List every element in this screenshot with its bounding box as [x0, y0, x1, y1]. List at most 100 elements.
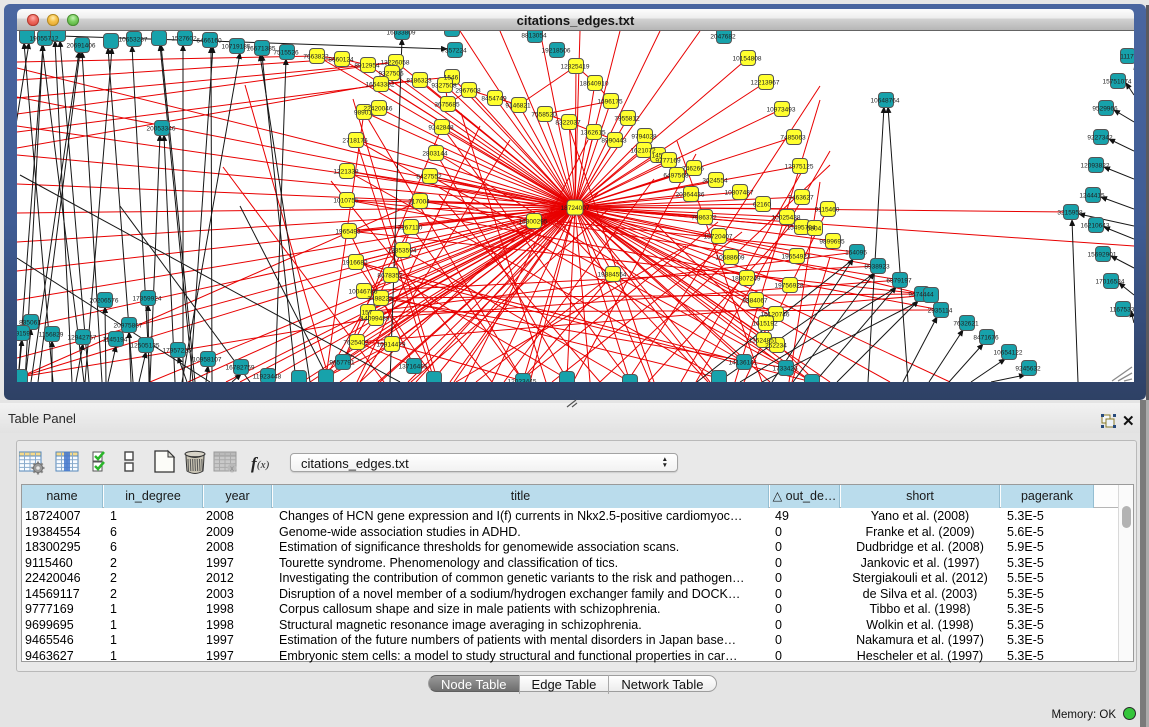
- svg-text:8990443: 8990443: [601, 138, 627, 145]
- svg-text:12023445: 12023445: [508, 379, 537, 383]
- svg-text:10958107: 10958107: [193, 357, 222, 364]
- svg-text:252234: 252234: [765, 343, 787, 350]
- svg-text:9474444: 9474444: [908, 292, 934, 299]
- svg-text:10154808: 10154808: [733, 56, 762, 63]
- svg-text:1733426: 1733426: [772, 366, 798, 373]
- svg-text:9529966: 9529966: [1092, 106, 1118, 113]
- svg-text:9146821: 9146821: [505, 103, 531, 110]
- svg-text:20975867: 20975867: [114, 323, 143, 330]
- svg-text:1527602: 1527602: [171, 36, 197, 43]
- svg-text:18300295: 18300295: [519, 219, 548, 226]
- svg-text:12505135: 12505135: [131, 343, 160, 350]
- svg-text:835061: 835061: [19, 320, 41, 327]
- svg-text:16033809: 16033809: [387, 31, 416, 37]
- svg-text:x: x: [230, 464, 234, 473]
- svg-text:2718176: 2718176: [342, 138, 368, 145]
- svg-text:8678352: 8678352: [377, 273, 403, 280]
- svg-text:16782759: 16782759: [226, 365, 255, 372]
- svg-text:9777169: 9777169: [655, 158, 681, 165]
- svg-text:1167533: 1167533: [1110, 307, 1134, 314]
- svg-text:12093822: 12093822: [1081, 163, 1110, 170]
- svg-text:7986372: 7986372: [691, 215, 717, 222]
- svg-text:39159: 39159: [17, 331, 30, 338]
- svg-text:12325419: 12325419: [561, 64, 590, 71]
- svg-text:98901: 98901: [354, 110, 372, 117]
- svg-text:18807249: 18807249: [732, 276, 761, 283]
- svg-text:3675685: 3675685: [434, 102, 460, 109]
- svg-text:10653287: 10653287: [119, 37, 148, 44]
- svg-text:6497568: 6497568: [663, 173, 689, 180]
- svg-text:1916682: 1916682: [342, 260, 368, 267]
- svg-text:12975125: 12975125: [785, 164, 814, 171]
- svg-text:7558520: 7558520: [531, 112, 557, 119]
- svg-text:1145194: 1145194: [103, 337, 128, 344]
- svg-text:2935114: 2935114: [928, 308, 953, 315]
- svg-text:9242848: 9242848: [428, 125, 454, 132]
- svg-text:1221338: 1221338: [333, 169, 359, 176]
- svg-text:2047682: 2047682: [710, 34, 736, 41]
- svg-text:6879197: 6879197: [886, 278, 912, 285]
- svg-text:20691406: 20691406: [67, 43, 96, 50]
- svg-text:8322037: 8322037: [555, 120, 581, 127]
- svg-text:1696175: 1696175: [597, 99, 623, 106]
- svg-text:10688609: 10688609: [716, 255, 745, 262]
- svg-text:6466160: 6466160: [196, 38, 222, 45]
- svg-text:10973493: 10973493: [767, 107, 796, 114]
- svg-text:3624554: 3624554: [702, 178, 728, 185]
- svg-text:9245632: 9245632: [1015, 366, 1041, 373]
- svg-text:10046786: 10046786: [349, 289, 378, 296]
- svg-text:8427552: 8427552: [416, 174, 442, 181]
- svg-text:19384554: 19384554: [598, 272, 627, 279]
- svg-text:15751074: 15751074: [1103, 79, 1132, 86]
- svg-text:3215958: 3215958: [1057, 210, 1083, 217]
- svg-text:15692901: 15692901: [1088, 252, 1117, 259]
- svg-text:2967608: 2967608: [455, 88, 481, 95]
- svg-text:1244415: 1244415: [1079, 193, 1105, 200]
- svg-text:1156829: 1156829: [39, 332, 64, 339]
- svg-text:13716485: 13716485: [399, 364, 428, 371]
- svg-text:1117: 1117: [1120, 54, 1134, 61]
- svg-text:1010755: 1010755: [333, 198, 359, 205]
- svg-text:7663822: 7663822: [303, 54, 329, 61]
- svg-text:8471676: 8471676: [973, 335, 999, 342]
- svg-text:19756928: 19756928: [775, 283, 804, 290]
- svg-text:13226058: 13226058: [381, 60, 410, 67]
- svg-text:217004: 217004: [408, 199, 430, 206]
- svg-text:746266: 746266: [682, 166, 704, 173]
- svg-text:16120746: 16120746: [761, 312, 790, 319]
- svg-text:17957225: 17957225: [163, 348, 192, 355]
- svg-text:10807487: 10807487: [725, 190, 754, 197]
- svg-text:(x): (x): [257, 459, 270, 471]
- svg-text:12942757: 12942757: [68, 335, 97, 342]
- svg-text:1965493: 1965493: [335, 229, 361, 236]
- svg-text:7632621: 7632621: [953, 321, 979, 328]
- svg-text:16210643: 16210643: [1081, 223, 1110, 230]
- svg-text:9884067: 9884067: [742, 298, 768, 305]
- svg-text:9227342: 9227342: [1087, 135, 1113, 142]
- svg-text:17359924: 17359924: [133, 296, 162, 303]
- svg-text:17016534: 17016534: [1096, 279, 1125, 286]
- svg-text:16914479: 16914479: [377, 342, 406, 349]
- svg-text:9327508: 9327508: [431, 83, 457, 90]
- svg-text:9463627: 9463627: [788, 195, 814, 202]
- svg-text:10025438: 10025438: [772, 215, 801, 222]
- svg-text:9657791: 9657791: [329, 360, 355, 367]
- svg-text:5804: 5804: [807, 226, 822, 233]
- svg-text:20364436: 20364436: [676, 192, 705, 199]
- svg-text:19218506: 19218506: [542, 48, 571, 55]
- svg-text:7485063: 7485063: [780, 135, 806, 142]
- svg-text:9115460: 9115460: [815, 207, 840, 214]
- svg-text:8813054: 8813054: [521, 33, 547, 40]
- svg-text:15720407: 15720407: [704, 234, 733, 241]
- svg-text:20053346: 20053346: [147, 126, 176, 133]
- svg-text:19654923: 19654923: [782, 254, 811, 261]
- svg-text:1546: 1546: [444, 75, 459, 82]
- svg-text:8660124: 8660124: [328, 57, 354, 64]
- svg-text:8938923: 8938923: [864, 264, 890, 271]
- svg-text:3267110: 3267110: [398, 225, 423, 232]
- svg-text:2803144: 2803144: [422, 151, 448, 158]
- svg-text:9899695: 9899695: [819, 239, 845, 246]
- svg-text:9794028: 9794028: [631, 134, 657, 141]
- svg-text:12213967: 12213967: [751, 80, 780, 87]
- svg-text:7357224: 7357224: [441, 48, 467, 55]
